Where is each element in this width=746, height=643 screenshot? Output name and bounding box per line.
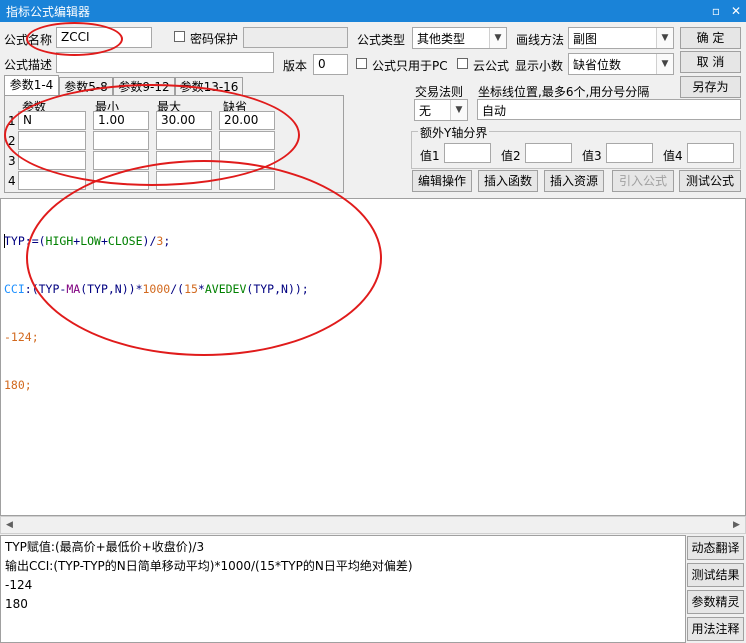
formula-type-label: 公式类型 — [357, 33, 406, 47]
close-icon[interactable]: ✕ — [728, 3, 744, 19]
draw-method-select[interactable]: 副图 ▼ — [568, 27, 674, 49]
code-token: -124; — [4, 330, 39, 344]
value1-label: 值1 — [420, 149, 440, 163]
output-line: 180 — [5, 597, 28, 611]
value3-input[interactable] — [606, 143, 653, 163]
test-formula-button[interactable]: 测试公式 — [679, 170, 741, 192]
scroll-left-icon[interactable]: ◀ — [1, 517, 18, 533]
translation-output: TYP赋值:(最高价+最低价+收盘价)/3 输出CCI:(TYP-TYP的N日简… — [0, 535, 686, 643]
output-line: TYP赋值:(最高价+最低价+收盘价)/3 — [5, 540, 205, 554]
code-token: CCI — [4, 282, 25, 296]
cloud-formula-checkbox[interactable] — [457, 58, 468, 69]
restore-icon[interactable]: ▫ — [708, 3, 724, 19]
password-input[interactable] — [243, 27, 348, 48]
version-label: 版本 — [283, 59, 308, 73]
value4-label: 值4 — [663, 149, 683, 163]
trade-rule-label: 交易法则 — [415, 85, 464, 99]
pc-only-checkbox[interactable] — [356, 58, 367, 69]
annotation-ellipse-name — [26, 22, 123, 56]
value3-label: 值3 — [582, 149, 602, 163]
password-label: 密码保护 — [190, 32, 239, 46]
insert-resource-button[interactable]: 插入资源 — [544, 170, 604, 192]
dropdown-arrow-icon: ▼ — [656, 54, 673, 74]
formula-desc-label: 公式描述 — [4, 58, 53, 72]
horizontal-scrollbar[interactable]: ◀ ▶ — [0, 516, 746, 534]
cancel-button[interactable]: 取 消 — [680, 51, 741, 73]
output-line: -124 — [5, 578, 33, 592]
cloud-formula-label: 云公式 — [473, 59, 510, 73]
dropdown-arrow-icon: ▼ — [489, 28, 506, 48]
edit-operation-button[interactable]: 编辑操作 — [412, 170, 472, 192]
import-formula-button[interactable]: 引入公式 — [612, 170, 674, 192]
annotation-ellipse-code — [26, 160, 382, 356]
decimals-select[interactable]: 缺省位数 ▼ — [568, 53, 674, 75]
coord-lines-label: 坐标线位置,最多6个,用分号分隔 — [478, 85, 650, 99]
dropdown-arrow-icon: ▼ — [656, 28, 673, 48]
version-input[interactable]: 0 — [313, 54, 348, 75]
test-result-button[interactable]: 测试结果 — [687, 563, 744, 587]
value1-input[interactable] — [444, 143, 491, 163]
coord-lines-input[interactable]: 自动 — [477, 99, 741, 120]
trade-rule-value: 无 — [419, 104, 432, 118]
param-wizard-button[interactable]: 参数精灵 — [687, 590, 744, 614]
tab-params-1-4[interactable]: 参数1-4 — [4, 75, 59, 95]
dropdown-arrow-icon: ▼ — [450, 100, 467, 120]
code-token: 180; — [4, 378, 32, 392]
value2-label: 值2 — [501, 149, 521, 163]
code-line-4: 180; — [4, 377, 309, 393]
draw-method-label: 画线方法 — [516, 33, 565, 47]
value4-input[interactable] — [687, 143, 734, 163]
value2-input[interactable] — [525, 143, 572, 163]
usage-notes-button[interactable]: 用法注释 — [687, 617, 744, 641]
scroll-right-icon[interactable]: ▶ — [728, 517, 745, 533]
save-as-button[interactable]: 另存为 — [680, 76, 741, 98]
insert-function-button[interactable]: 插入函数 — [478, 170, 538, 192]
dynamic-translate-button[interactable]: 动态翻译 — [687, 536, 744, 560]
formula-type-value: 其他类型 — [417, 32, 466, 46]
output-line: 输出CCI:(TYP-TYP的N日简单移动平均)*1000/(15*TYP的N日… — [5, 559, 413, 573]
decimals-label: 显示小数 — [515, 59, 564, 73]
title-bar: 指标公式编辑器 ▫ ✕ — [0, 0, 746, 22]
password-checkbox[interactable] — [174, 31, 185, 42]
draw-method-value: 副图 — [573, 32, 598, 46]
param-row-index: 3 — [8, 154, 16, 168]
decimals-value: 缺省位数 — [573, 58, 622, 72]
extra-y-axis-label: 额外Y轴分界 — [418, 124, 490, 141]
window-title: 指标公式编辑器 — [6, 5, 91, 19]
pc-only-label: 公式只用于PC — [372, 59, 448, 73]
param-row-index: 4 — [8, 174, 16, 188]
trade-rule-select[interactable]: 无 ▼ — [414, 99, 468, 121]
ok-button[interactable]: 确 定 — [680, 27, 741, 49]
formula-type-select[interactable]: 其他类型 ▼ — [412, 27, 507, 49]
